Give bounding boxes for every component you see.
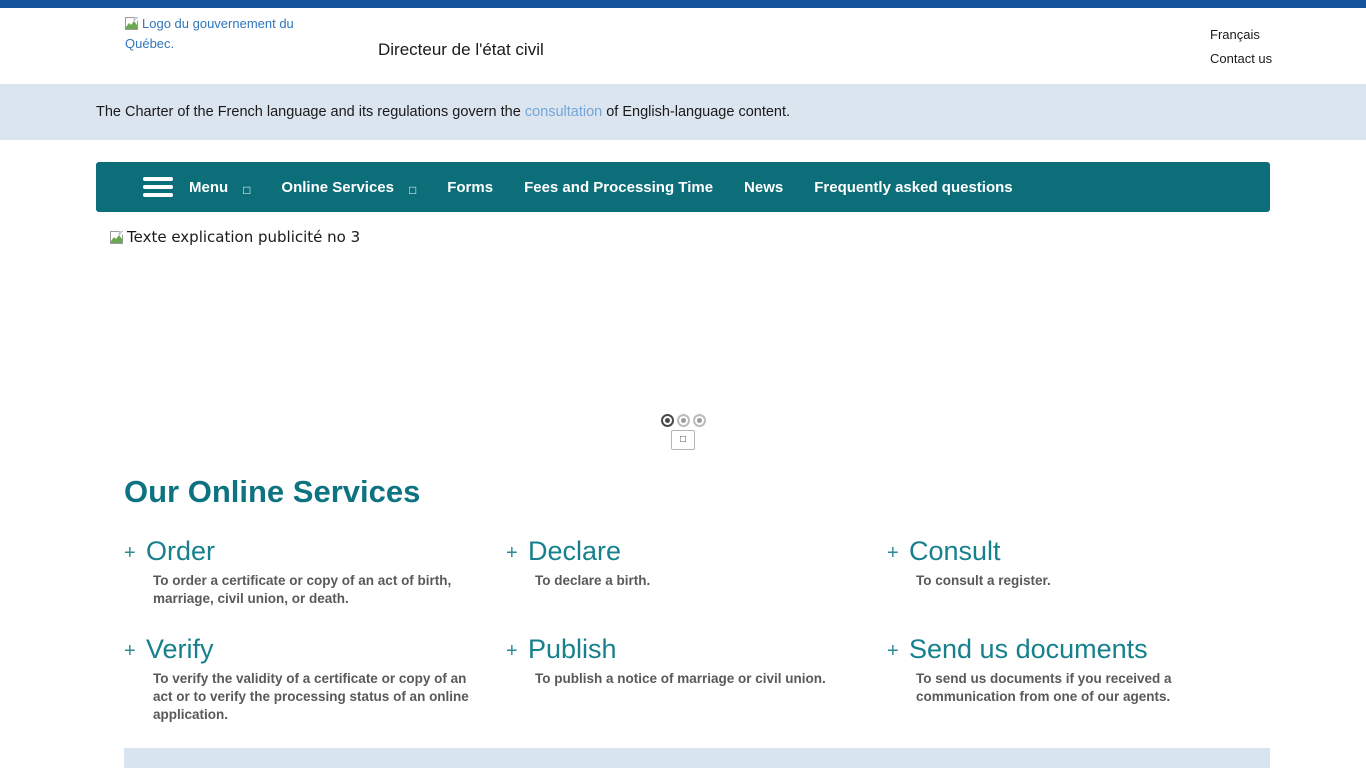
logo-alt-text: Logo du gouvernement du Québec. bbox=[125, 16, 294, 51]
nav-item-fees[interactable]: Fees and Processing Time bbox=[524, 179, 713, 196]
dropdown-caret-icon: □ bbox=[243, 183, 250, 197]
service-item-publish: + Publish To publish a notice of marriag… bbox=[506, 634, 887, 724]
service-description: To declare a birth. bbox=[535, 572, 867, 590]
promo-carousel: Texte explication publicité no 3 □ bbox=[96, 212, 1270, 462]
english-access-box: Access to the service in English bbox=[124, 748, 1270, 768]
charter-banner-text: The Charter of the French language and i… bbox=[96, 104, 790, 120]
nav-item-faq[interactable]: Frequently asked questions bbox=[814, 179, 1012, 196]
service-link-consult[interactable]: Consult bbox=[909, 536, 1001, 567]
nav-item-online-services[interactable]: Online Services bbox=[281, 179, 394, 196]
dropdown-caret-icon: □ bbox=[409, 183, 416, 197]
hamburger-menu-icon[interactable] bbox=[143, 177, 173, 197]
government-logo-link[interactable]: Logo du gouvernement du Québec. bbox=[125, 15, 295, 53]
contact-us-link[interactable]: Contact us bbox=[1210, 51, 1272, 66]
service-link-order[interactable]: Order bbox=[146, 536, 215, 567]
header-utility-links: Français Contact us bbox=[1210, 27, 1272, 75]
french-charter-banner: The Charter of the French language and i… bbox=[0, 84, 1366, 140]
services-grid: + Order To order a certificate or copy o… bbox=[124, 536, 1270, 724]
plus-icon[interactable]: + bbox=[887, 640, 899, 663]
carousel-dot-2[interactable] bbox=[677, 414, 690, 427]
consultation-link[interactable]: consultation bbox=[525, 104, 602, 120]
service-link-send-documents[interactable]: Send us documents bbox=[909, 634, 1148, 665]
service-description: To send us documents if you received a c… bbox=[916, 670, 1248, 706]
service-description: To verify the validity of a certificate … bbox=[153, 670, 485, 724]
service-item-consult: + Consult To consult a register. bbox=[887, 536, 1270, 608]
service-item-verify: + Verify To verify the validity of a cer… bbox=[124, 634, 506, 724]
language-toggle-link[interactable]: Français bbox=[1210, 27, 1272, 42]
service-link-publish[interactable]: Publish bbox=[528, 634, 617, 665]
site-header: Logo du gouvernement du Québec. Directeu… bbox=[0, 8, 1366, 84]
service-description: To publish a notice of marriage or civil… bbox=[535, 670, 867, 688]
service-link-verify[interactable]: Verify bbox=[146, 634, 214, 665]
nav-item-news[interactable]: News bbox=[744, 179, 783, 196]
top-accent-bar bbox=[0, 0, 1366, 8]
page-title: Our Online Services bbox=[124, 474, 1270, 510]
carousel-pause-button[interactable]: □ bbox=[671, 430, 695, 450]
site-title: Directeur de l'état civil bbox=[378, 40, 544, 60]
online-services-section: Our Online Services + Order To order a c… bbox=[124, 474, 1270, 724]
broken-image-icon bbox=[125, 17, 140, 35]
nav-item-forms[interactable]: Forms bbox=[447, 179, 493, 196]
main-navigation: Menu □ Online Services □ Forms Fees and … bbox=[96, 162, 1270, 212]
service-description: To order a certificate or copy of an act… bbox=[153, 572, 485, 608]
plus-icon[interactable]: + bbox=[506, 542, 518, 565]
ad-broken-image: Texte explication publicité no 3 bbox=[110, 228, 360, 248]
carousel-pagination bbox=[96, 414, 1270, 427]
ad-alt-text: Texte explication publicité no 3 bbox=[127, 228, 360, 246]
service-item-order: + Order To order a certificate or copy o… bbox=[124, 536, 506, 608]
service-item-send-documents: + Send us documents To send us documents… bbox=[887, 634, 1270, 724]
service-link-declare[interactable]: Declare bbox=[528, 536, 621, 567]
plus-icon[interactable]: + bbox=[124, 542, 136, 565]
plus-icon[interactable]: + bbox=[887, 542, 899, 565]
carousel-dot-1[interactable] bbox=[661, 414, 674, 427]
service-item-declare: + Declare To declare a birth. bbox=[506, 536, 887, 608]
nav-item-menu[interactable]: Menu bbox=[189, 179, 228, 196]
broken-image-icon bbox=[110, 230, 125, 248]
plus-icon[interactable]: + bbox=[124, 640, 136, 663]
service-description: To consult a register. bbox=[916, 572, 1248, 590]
carousel-dot-3[interactable] bbox=[693, 414, 706, 427]
plus-icon[interactable]: + bbox=[506, 640, 518, 663]
